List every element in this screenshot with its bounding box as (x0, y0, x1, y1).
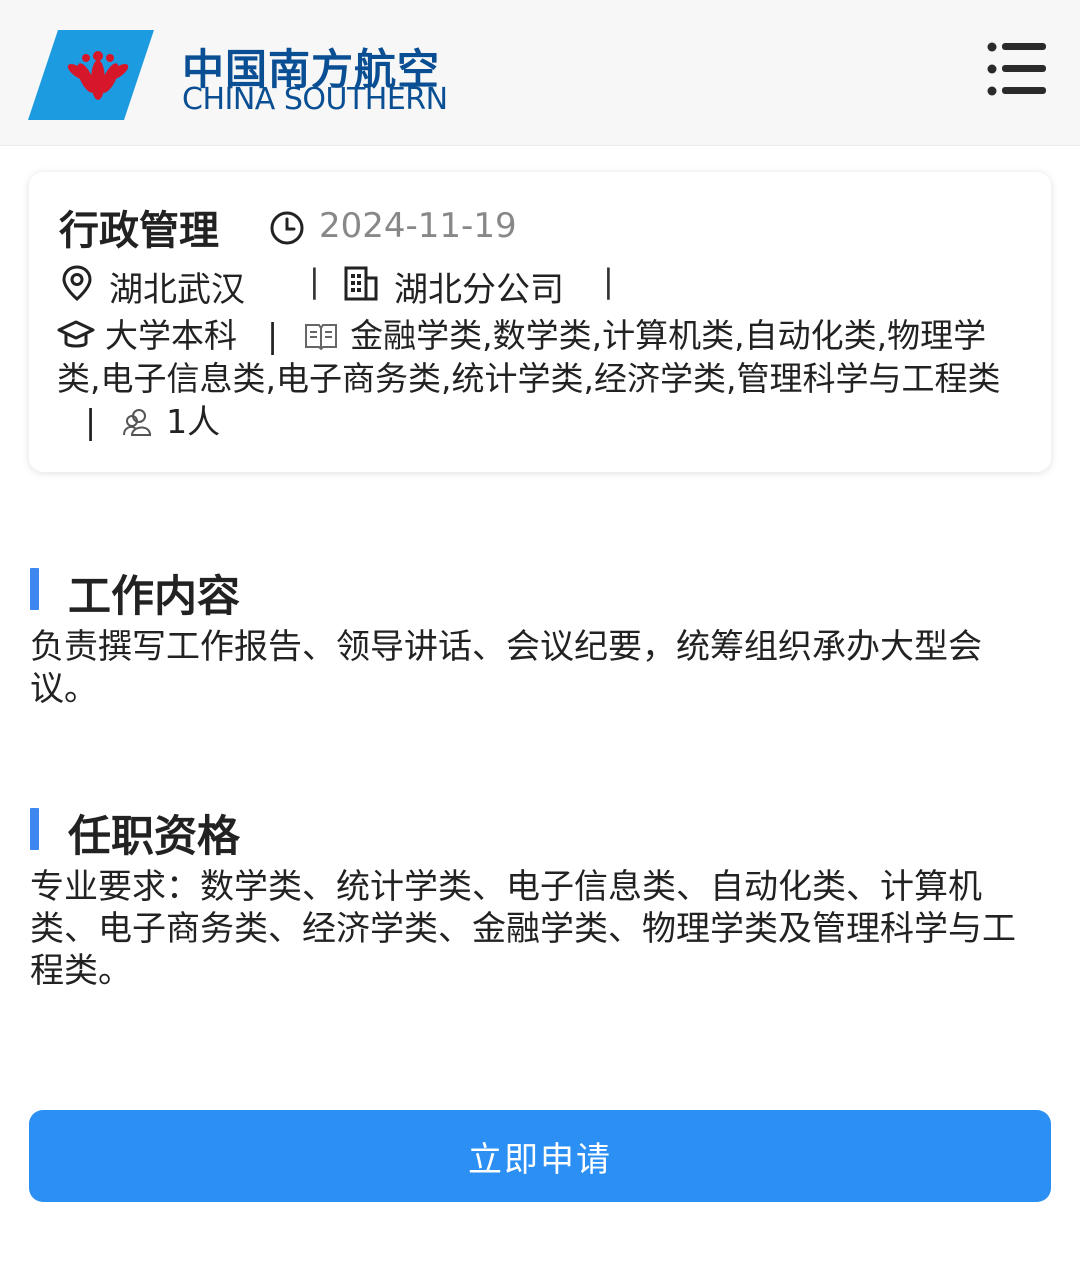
app-header: 中国南方航空 CHINA SOUTHERN (0, 0, 1080, 146)
work-content-title: 工作内容 (68, 572, 240, 622)
location-company-row: 湖北武汉 | 湖北分公司 | (57, 260, 1037, 310)
job-location: 湖北武汉 (109, 270, 245, 310)
education-level: 大学本科 (105, 316, 237, 355)
job-summary-card: 行政管理 2024-11-19 湖北武汉 | 湖北分公司 | 大学本科 | 金融… (29, 172, 1051, 472)
apply-now-button[interactable]: 立即申请 (29, 1110, 1051, 1202)
job-company: 湖北分公司 (394, 270, 564, 310)
separator: | (85, 402, 97, 441)
separator: | (267, 316, 279, 355)
qualification-title: 任职资格 (68, 812, 240, 862)
kapok-flower-logo-icon[interactable] (28, 30, 154, 120)
publish-date: 2024-11-19 (319, 206, 517, 246)
people-icon (123, 409, 152, 436)
book-icon (305, 324, 338, 351)
brand-name-english: CHINA SOUTHERN (182, 82, 448, 117)
separator: | (603, 262, 614, 300)
job-title: 行政管理 (59, 208, 219, 254)
building-icon (344, 266, 378, 301)
graduation-cap-icon (57, 320, 95, 348)
menu-list-icon[interactable] (986, 40, 1048, 98)
location-pin-icon (62, 265, 92, 301)
work-content-body: 负责撰写工作报告、领导讲话、会议纪要，统筹组织承办大型会议。 (30, 627, 982, 709)
qualification-body: 专业要求：数学类、统计学类、电子信息类、自动化类、计算机类、电子商务类、经济学类… (30, 867, 1016, 991)
clock-icon (270, 211, 304, 245)
section-accent-bar (30, 808, 39, 850)
section-accent-bar (30, 568, 39, 610)
education-majors-text: 大学本科 | 金融学类,数学类,计算机类,自动化类,物理学类,电子信息类,电子商务… (57, 314, 1022, 443)
headcount: 1人 (166, 402, 221, 441)
separator: | (309, 262, 320, 300)
